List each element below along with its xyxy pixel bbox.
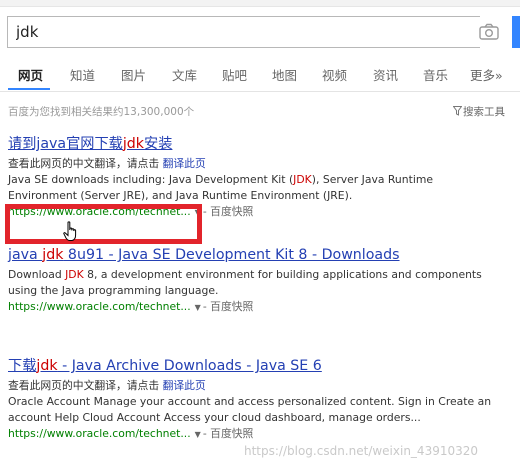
translate-link[interactable]: 翻译此页 — [163, 157, 206, 170]
result-title[interactable]: java jdk 8u91 - Java SE Development Kit … — [8, 246, 513, 264]
result-description-line2: Environment (Server JRE), and Java Runti… — [8, 189, 353, 202]
search-input[interactable] — [16, 22, 456, 42]
translate-link[interactable]: 翻译此页 — [163, 379, 206, 392]
result-description: Download JDK 8, a development environmen… — [8, 268, 482, 281]
top-bar — [0, 0, 520, 7]
tab-news[interactable]: 资讯 — [373, 65, 398, 84]
translate-line: 查看此网页的中文翻译，请点击 翻译此页 — [8, 157, 206, 170]
nav-tabs: 网页 知道 图片 文库 贴吧 地图 视频 资讯 音乐 更多» — [0, 58, 520, 92]
search-button[interactable] — [512, 16, 520, 48]
funnel-icon — [453, 106, 462, 116]
tab-map[interactable]: 地图 — [272, 65, 297, 84]
result-description: Oracle Account Manage your account and a… — [8, 395, 492, 408]
result-url-line: https://www.oracle.com/technet... ▼ - 百度快照 — [8, 427, 254, 440]
tab-web[interactable]: 网页 — [18, 65, 43, 84]
tab-music[interactable]: 音乐 — [423, 65, 448, 84]
search-box[interactable] — [7, 16, 480, 48]
tab-wenku[interactable]: 文库 — [172, 65, 197, 84]
tab-video[interactable]: 视频 — [322, 65, 347, 84]
dropdown-arrow-icon[interactable]: ▼ — [195, 430, 201, 439]
search-tools-label: 搜索工具 — [463, 106, 505, 118]
tab-tieba[interactable]: 贴吧 — [222, 65, 247, 84]
search-result: 下载jdk - Java Archive Downloads - Java SE… — [8, 357, 513, 442]
tabs-divider — [0, 91, 520, 92]
result-description-line2: using the Java programming language. — [8, 284, 219, 297]
dropdown-arrow-icon[interactable]: ▼ — [195, 303, 201, 312]
result-url-line: https://www.oracle.com/technet... ▼ - 百度快照 — [8, 300, 254, 313]
hand-cursor-icon — [63, 221, 77, 241]
snapshot-link[interactable]: 百度快照 — [210, 205, 253, 218]
search-result: java jdk 8u91 - Java SE Development Kit … — [8, 246, 513, 315]
result-title[interactable]: 下载jdk - Java Archive Downloads - Java SE… — [8, 357, 513, 375]
result-count: 百度为您找到相关结果约13,300,000个 — [8, 106, 195, 118]
active-tab-indicator — [8, 88, 50, 90]
result-url[interactable]: https://www.oracle.com/technet... — [8, 300, 191, 313]
snapshot-link[interactable]: 百度快照 — [210, 300, 253, 313]
tab-images[interactable]: 图片 — [121, 65, 146, 84]
search-tools-button[interactable]: 搜索工具 — [453, 104, 505, 119]
translate-line: 查看此网页的中文翻译，请点击 翻译此页 — [8, 379, 206, 392]
result-url[interactable]: https://www.oracle.com/technet... — [8, 427, 191, 440]
snapshot-link[interactable]: 百度快照 — [210, 427, 253, 440]
tab-more[interactable]: 更多» — [470, 65, 503, 84]
camera-icon[interactable] — [478, 22, 500, 42]
result-title[interactable]: 请到java官网下载jdk安装 — [8, 135, 513, 153]
tab-zhidao[interactable]: 知道 — [70, 65, 95, 84]
watermark: https://blog.csdn.net/weixin_43910320 — [244, 444, 479, 458]
annotation-highlight-box — [5, 204, 202, 244]
result-description: Java SE downloads including: Java Develo… — [8, 173, 434, 186]
result-description-line2: account Help Cloud Account Access your c… — [8, 411, 421, 424]
